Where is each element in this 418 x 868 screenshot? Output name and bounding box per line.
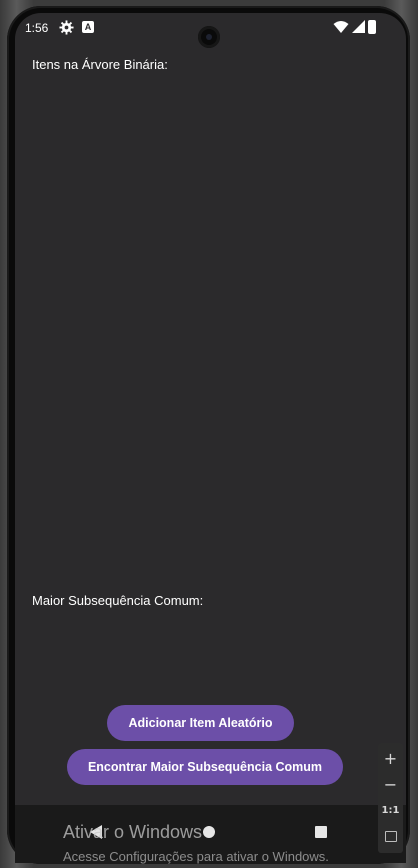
front-camera [198,26,220,48]
battery-icon [368,20,376,34]
status-bar: 1:56 A [15,13,406,48]
add-random-item-button[interactable]: Adicionar Item Aleatório [107,705,294,741]
zoom-out-button[interactable]: − [378,772,403,797]
windows-activation-title: Ativar o Windows [63,822,203,842]
phone-screen: 1:56 A Itens na Árvore Binária: Maior Su… [15,13,406,863]
signal-icon [352,20,365,33]
lcs-label: Maior Subsequência Comum: [32,593,204,608]
recents-icon[interactable] [315,826,327,838]
device-frame: 1:56 A Itens na Árvore Binária: Maior Su… [0,0,418,868]
zoom-fit-button[interactable] [378,824,403,849]
zoom-in-button[interactable]: + [378,746,403,771]
fit-screen-icon [385,831,397,842]
emulator-zoom-panel: + − 1:1 [378,743,403,853]
a-notification-icon: A [82,21,94,33]
find-lcs-button[interactable]: Encontrar Maior Subsequência Comum [67,749,343,785]
zoom-actual-size-button[interactable]: 1:1 [378,798,403,823]
home-icon[interactable] [203,826,215,838]
windows-activation-subtitle: Acesse Configurações para ativar o Windo… [63,849,329,864]
status-time: 1:56 [25,21,49,35]
wifi-icon [333,21,349,33]
gear-icon [59,20,74,35]
tree-items-label: Itens na Árvore Binária: [32,57,168,72]
